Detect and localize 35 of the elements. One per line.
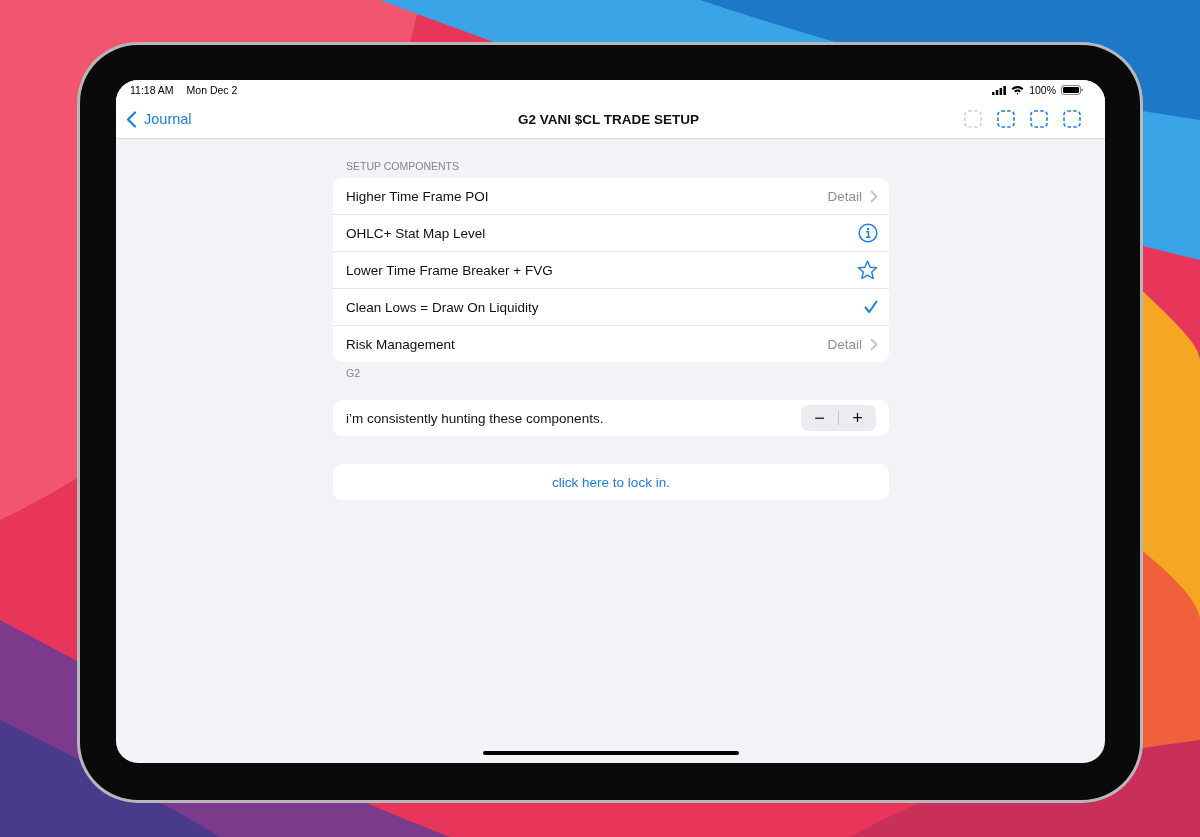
status-time: 11:18 AM [130,84,174,96]
row-label: Risk Management [346,336,456,352]
list-row[interactable]: Lower Time Frame Breaker + FVG [333,252,889,289]
dashed-square-button[interactable] [1030,110,1048,128]
signal-icon [992,85,1007,95]
section-header: SETUP COMPONENTS [345,160,460,174]
dashed-square-button[interactable] [1063,110,1081,128]
nav-title: G2 VANI $CL TRADE SETUP [517,111,699,127]
row-label: Lower Time Frame Breaker + FVG [346,262,554,278]
wifi-icon [1011,85,1025,95]
detail-text: Detail [827,336,862,352]
list-row[interactable]: OHLC+ Stat Map Level [333,215,889,252]
lock-in-button[interactable]: click here to lock in. [333,464,889,500]
chevron-left-icon [126,110,137,128]
status-date: Mon Dec 2 [186,84,238,96]
list-row[interactable]: Clean Lows = Draw On Liquidity [333,289,889,326]
chevron-right-icon [870,337,878,351]
battery-icon [1061,85,1083,95]
row-label: Clean Lows = Draw On Liquidity [346,299,540,315]
checkmark-icon [864,300,878,314]
row-label: Higher Time Frame POI [346,188,490,204]
battery-percent: 100% [1029,84,1056,96]
section-footer: G2 [333,362,889,400]
decrement-button[interactable]: − [801,405,838,431]
row-label: OHLC+ Stat Map Level [346,225,487,241]
detail-text: Detail [827,188,862,204]
info-icon[interactable] [858,223,878,243]
chevron-right-icon [870,189,878,203]
row-label: i’m consistently hunting these components. [346,410,605,426]
dashed-square-button[interactable] [997,110,1015,128]
list-row[interactable]: Higher Time Frame POI Detail [333,178,889,215]
back-button[interactable]: Journal [126,110,192,128]
star-icon[interactable] [857,260,878,280]
list-row[interactable]: Risk Management Detail [333,326,889,362]
increment-button[interactable]: + [839,405,876,431]
